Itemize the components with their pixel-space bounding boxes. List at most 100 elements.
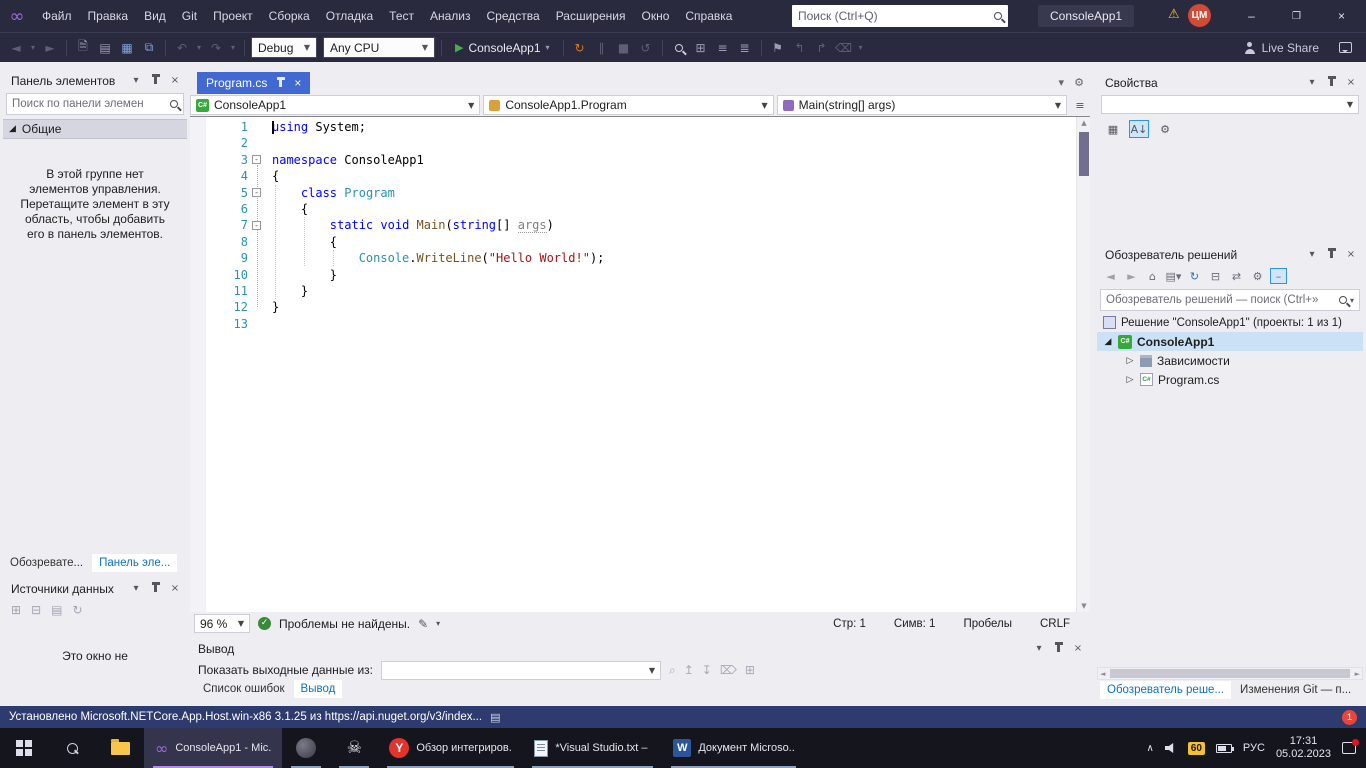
code-line[interactable]: 10 }	[190, 267, 1076, 283]
configuration-dropdown[interactable]: Debug ▼	[251, 37, 317, 58]
tab-program-cs[interactable]: Program.cs ×	[197, 72, 310, 94]
indent-decrease-icon[interactable]: ≡	[713, 41, 733, 55]
navigate-forward-icon[interactable]: ►	[40, 41, 60, 55]
quick-search[interactable]	[792, 5, 1008, 27]
language-indicator[interactable]: РУС	[1243, 742, 1265, 754]
start-button[interactable]	[0, 728, 48, 768]
live-share-button[interactable]: Live Share	[1244, 41, 1360, 55]
zoom-dropdown[interactable]: 96 % ▼	[194, 614, 250, 633]
scrollbar-thumb[interactable]	[1110, 669, 1349, 678]
search-icon[interactable]	[994, 12, 1002, 20]
code-line[interactable]: 4{	[190, 168, 1076, 184]
save-all-icon[interactable]: ⧉	[139, 40, 159, 55]
window-menu-chevron-icon[interactable]: ▾	[1305, 249, 1319, 260]
break-all-icon[interactable]: ∥	[592, 41, 612, 55]
clear-bookmarks-icon[interactable]: ⌫	[834, 41, 854, 55]
editor-options-gear-icon[interactable]: ⚙	[1074, 76, 1084, 89]
menu-item-file[interactable]: Файл	[34, 0, 80, 32]
code-line[interactable]: 7 static void Main(string[] args)	[190, 217, 1076, 233]
fold-margin[interactable]: ---	[252, 117, 266, 612]
fold-toggle[interactable]: -	[252, 155, 261, 164]
search-icon[interactable]	[170, 100, 178, 108]
pin-icon[interactable]	[154, 77, 157, 84]
feedback-icon[interactable]	[1339, 42, 1352, 53]
collapsed-arrow-icon[interactable]: ▷	[1125, 375, 1135, 385]
solution-explorer-header[interactable]: Обозреватель решений ▾ ×	[1097, 244, 1363, 265]
menu-item-extensions[interactable]: Расширения	[548, 0, 634, 32]
restart-icon[interactable]: ↺	[636, 41, 656, 55]
collapsed-arrow-icon[interactable]: ▷	[1125, 356, 1135, 366]
scrollbar-thumb[interactable]	[1079, 132, 1089, 176]
hidden-icons-chevron-icon[interactable]: ∧	[1146, 743, 1153, 754]
status-line-endings[interactable]: CRLF	[1040, 618, 1070, 630]
tab-solution-explorer-short[interactable]: Обозревате...	[3, 554, 90, 572]
tree-item-dependencies[interactable]: ▷ Зависимости	[1097, 351, 1363, 370]
bookmark-icon[interactable]: ⚑	[768, 41, 788, 55]
solution-explorer-horizontal-scrollbar[interactable]: ◄ ►	[1097, 667, 1363, 680]
search-icon[interactable]	[1339, 296, 1347, 304]
back-icon[interactable]: ◄	[1102, 270, 1119, 283]
properties-object-dropdown[interactable]: ▼	[1101, 95, 1359, 114]
open-file-icon[interactable]: ▤	[95, 41, 115, 55]
document-list-chevron-icon[interactable]: ▾	[1058, 76, 1064, 89]
data-sources-header[interactable]: Источники данных ▾ ×	[3, 578, 187, 599]
navigate-backward-chevron-icon[interactable]: ▾	[28, 43, 38, 52]
action-center-icon[interactable]	[1342, 742, 1356, 754]
navigate-backward-icon[interactable]: ◄	[6, 41, 26, 55]
maximize-button[interactable]: ❐	[1274, 0, 1319, 32]
toolbox-header[interactable]: Панель элементов ▾ ×	[3, 70, 187, 91]
minimize-button[interactable]: –	[1229, 0, 1274, 32]
tree-item-project[interactable]: ◢ C# ConsoleApp1	[1097, 332, 1363, 351]
undo-chevron-icon[interactable]: ▾	[194, 43, 204, 52]
tab-solution-explorer[interactable]: Обозреватель реше...	[1100, 681, 1231, 699]
platform-dropdown[interactable]: Any CPU ▼	[323, 37, 435, 58]
previous-bookmark-icon[interactable]: ↰	[790, 41, 810, 55]
next-bookmark-icon[interactable]: ↱	[812, 41, 832, 55]
view-log-icon[interactable]: ▤	[490, 711, 500, 724]
tab-output[interactable]: Вывод	[294, 680, 343, 698]
close-button[interactable]: ×	[1319, 0, 1364, 32]
hot-reload-icon[interactable]: ↻	[570, 41, 590, 55]
quick-search-input[interactable]	[798, 9, 994, 23]
tree-item-program-cs[interactable]: ▷ C# Program.cs	[1097, 370, 1363, 389]
tab-error-list[interactable]: Список ошибок	[196, 680, 292, 698]
properties-header[interactable]: Свойства ▾ ×	[1097, 72, 1363, 93]
code-editor-surface[interactable]: 1using System;23namespace ConsoleApp14{5…	[190, 116, 1090, 612]
menu-item-test[interactable]: Тест	[381, 0, 422, 32]
volume-icon[interactable]	[1165, 743, 1177, 753]
menu-item-debug[interactable]: Отладка	[318, 0, 381, 32]
notification-badge[interactable]: 1	[1342, 710, 1357, 725]
code-line[interactable]: 2	[190, 135, 1076, 151]
code-line[interactable]: 11 }	[190, 283, 1076, 299]
redo-icon[interactable]: ↷	[206, 41, 226, 55]
menu-item-git[interactable]: Git	[174, 0, 205, 32]
scroll-right-arrow-icon[interactable]: ►	[1353, 670, 1362, 678]
toolbar-overflow-chevron-icon[interactable]: ▾	[856, 43, 866, 52]
toolbox-search[interactable]	[6, 93, 184, 115]
code-line[interactable]: 12}	[190, 299, 1076, 315]
new-file-icon[interactable]: 🗎	[73, 37, 93, 58]
taskbar-app-notepad[interactable]: *Visual Studio.txt – ...	[523, 728, 662, 768]
taskbar-app-word[interactable]: W Документ Microso...	[662, 728, 805, 768]
menu-item-build[interactable]: Сборка	[261, 0, 318, 32]
word-wrap-icon[interactable]: ⊞	[745, 663, 755, 677]
window-menu-chevron-icon[interactable]: ▾	[1032, 643, 1046, 654]
menu-item-analyze[interactable]: Анализ	[422, 0, 479, 32]
chevron-down-icon[interactable]: ▾	[436, 619, 440, 628]
pin-icon[interactable]	[1057, 645, 1060, 652]
battery-icon[interactable]	[1216, 744, 1232, 753]
property-pages-wrench-icon[interactable]: ⚙	[1155, 120, 1175, 138]
member-dropdown[interactable]: Main(string[] args) ▼	[777, 95, 1067, 115]
save-icon[interactable]: ▦	[117, 41, 137, 55]
fold-toggle[interactable]: -	[252, 188, 261, 197]
add-data-source-icon[interactable]: ⊞	[11, 603, 21, 617]
refresh-icon[interactable]: ↻	[1186, 270, 1203, 283]
search-options-chevron-icon[interactable]: ▾	[1350, 296, 1354, 305]
code-lines[interactable]: 1using System;23namespace ConsoleApp14{5…	[190, 117, 1076, 612]
alphabetical-sort-icon[interactable]: А↓	[1129, 120, 1149, 138]
expanded-arrow-icon[interactable]: ◢	[1103, 337, 1113, 347]
output-source-dropdown[interactable]: ▼	[381, 661, 661, 680]
refresh-data-source-icon[interactable]: ↻	[72, 603, 82, 617]
code-line[interactable]: 9 Console.WriteLine("Hello World!");	[190, 250, 1076, 266]
menu-item-window[interactable]: Окно	[633, 0, 677, 32]
